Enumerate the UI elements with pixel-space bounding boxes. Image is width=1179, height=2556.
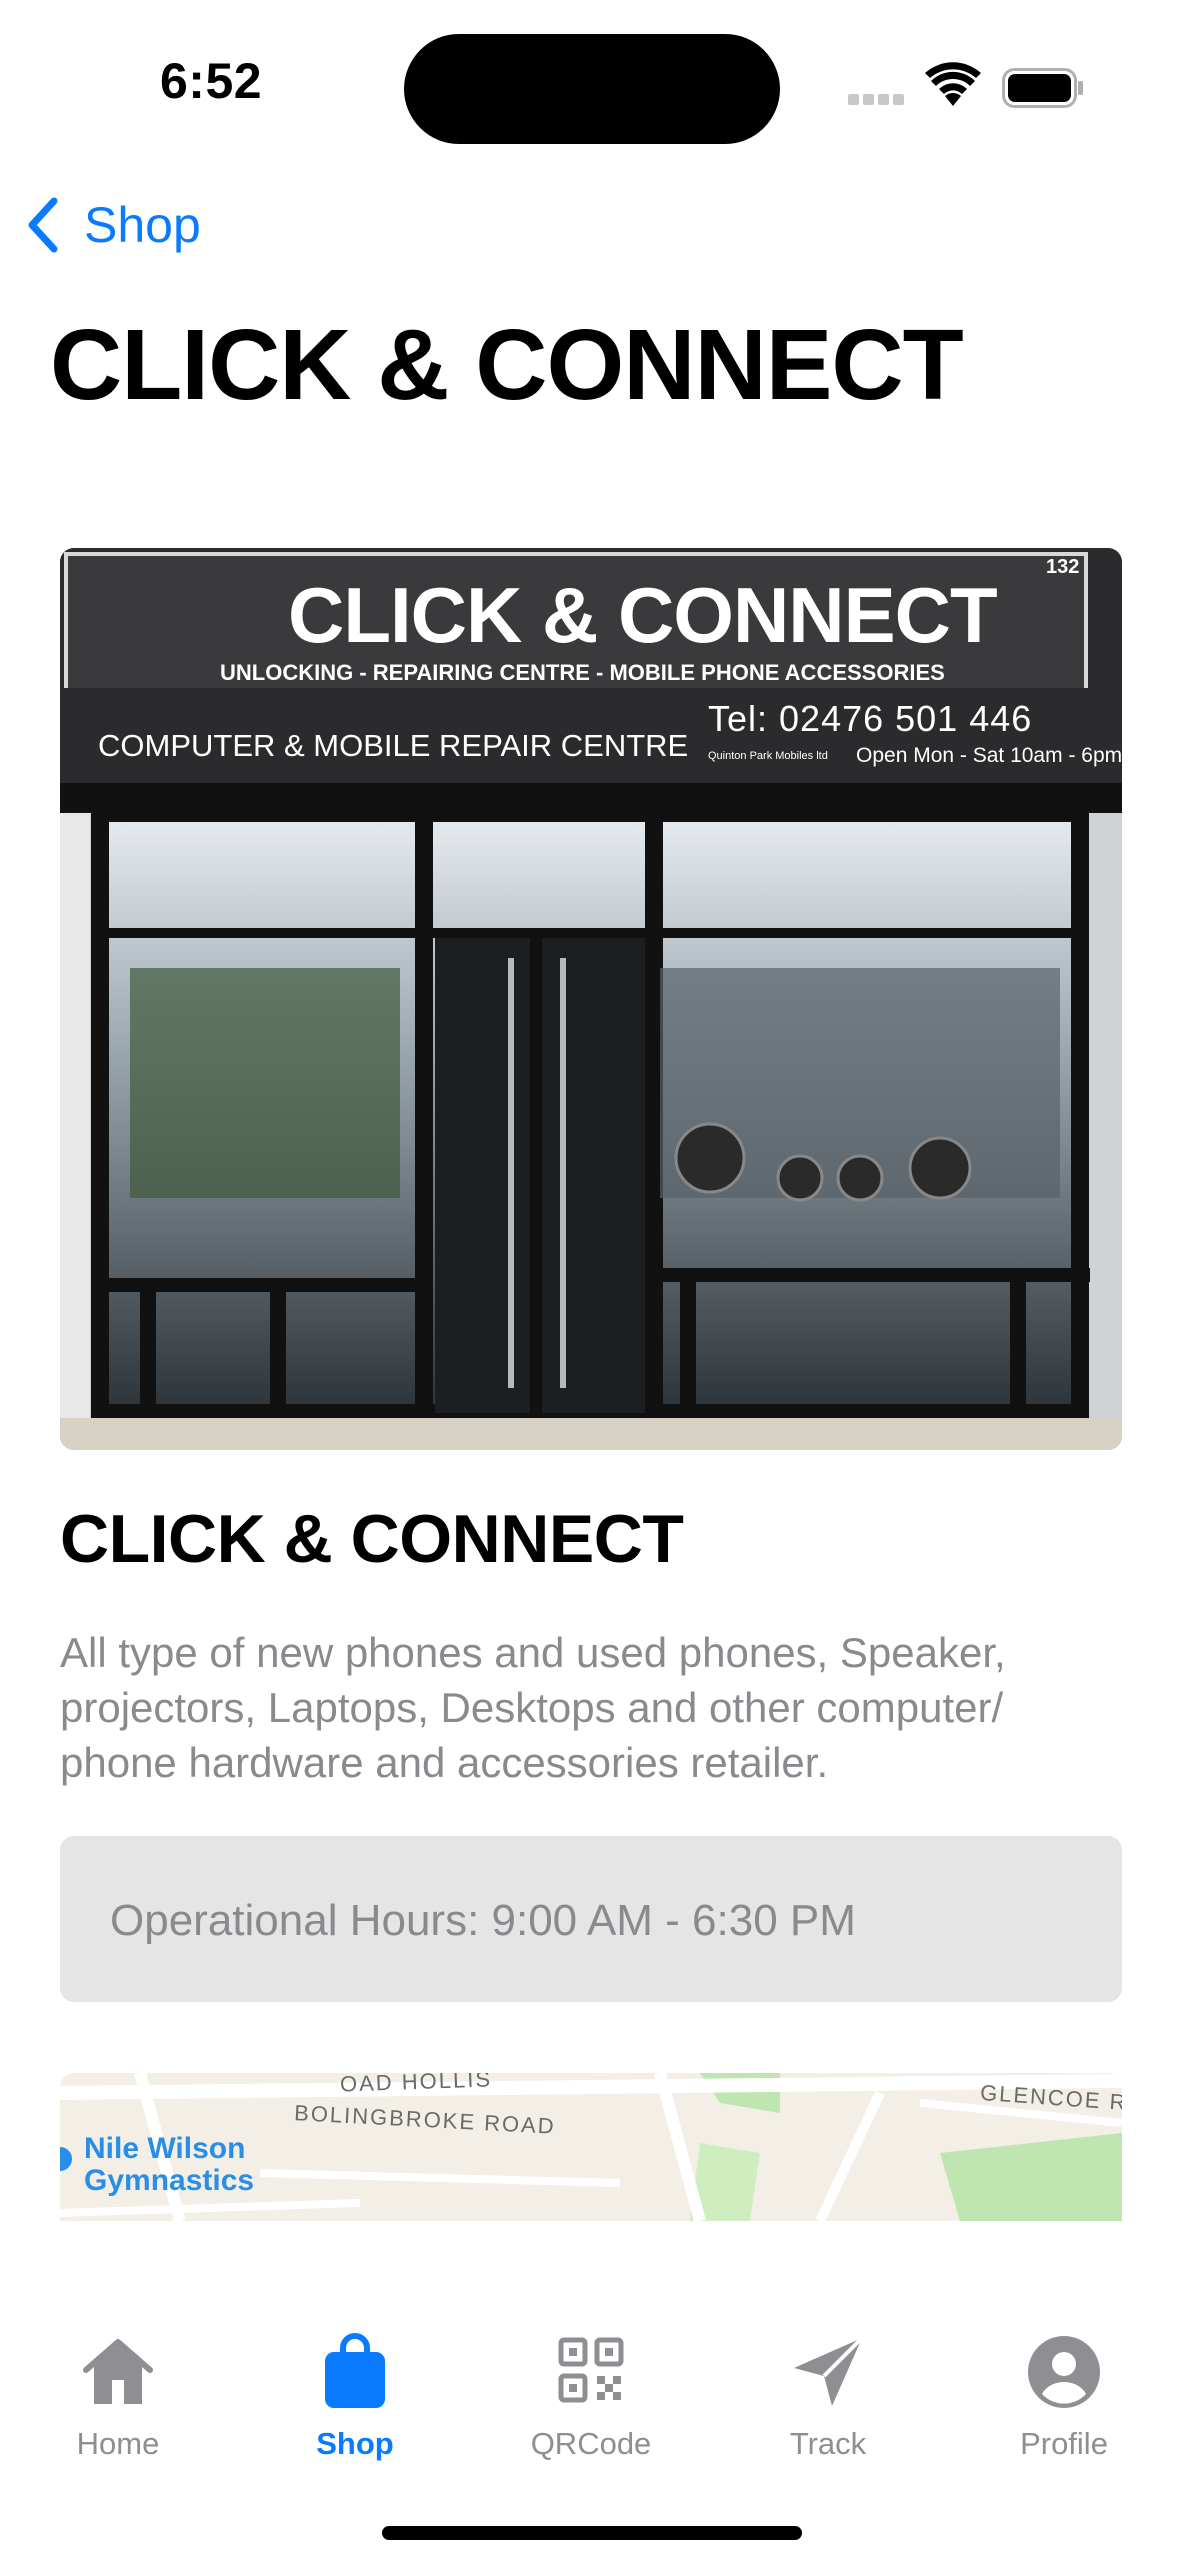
- shop-description: All type of new phones and used phones, …: [60, 1629, 1006, 1786]
- hours-card: Operational Hours: 9:00 AM - 6:30 PM: [60, 1836, 1122, 2002]
- battery-icon: [1002, 68, 1083, 108]
- chevron-left-icon: [28, 197, 58, 253]
- tab-qrcode[interactable]: QRCode: [491, 2332, 691, 2462]
- shopping-bag-icon: [325, 2333, 385, 2408]
- person-circle-icon: [1028, 2336, 1100, 2408]
- status-bar: 6:52: [0, 0, 1179, 150]
- shop-photo: CLICK & CONNECT UNLOCKING - REPAIRING CE…: [60, 548, 1122, 1450]
- house-icon: [83, 2339, 153, 2404]
- operational-hours: Operational Hours: 9:00 AM - 6:30 PM: [110, 1896, 856, 1945]
- page-title: CLICK & CONNECT: [50, 309, 964, 421]
- back-label: Shop: [84, 197, 201, 253]
- tab-label: Track: [789, 2426, 867, 2461]
- sign-number: 132: [1046, 556, 1080, 578]
- map-view[interactable]: OAD HOLLIS BOLINGBROKE ROAD GLENCOE R Ni…: [60, 2073, 1122, 2221]
- sign-hours: Open Mon - Sat 10am - 6pm: [856, 744, 1122, 767]
- tab-label: Shop: [316, 2426, 394, 2461]
- tab-label: Profile: [1020, 2426, 1108, 2461]
- qrcode-icon: [558, 2337, 624, 2403]
- tab-profile[interactable]: Profile: [964, 2332, 1164, 2462]
- tab-label: QRCode: [530, 2426, 652, 2461]
- home-indicator[interactable]: [382, 2526, 802, 2540]
- wifi-icon: [925, 62, 981, 106]
- paper-plane-icon: [794, 2336, 864, 2406]
- sign-subtitle: COMPUTER & MOBILE REPAIR CENTRE: [98, 728, 689, 763]
- tab-label: Home: [76, 2426, 160, 2461]
- sign-phone: Tel: 02476 501 446: [708, 698, 1033, 739]
- tab-home[interactable]: Home: [18, 2332, 218, 2462]
- sign-tagline: UNLOCKING - REPAIRING CENTRE - MOBILE PH…: [220, 660, 945, 685]
- map-poi-line: Nile Wilson: [84, 2132, 246, 2165]
- dynamic-island: [404, 34, 780, 144]
- sign-small-print: Quinton Park Mobiles ltd: [708, 750, 828, 762]
- tab-shop[interactable]: Shop: [255, 2332, 455, 2462]
- tab-bar: Home Shop QRCode Track Profile: [0, 2300, 1179, 2556]
- shop-name: CLICK & CONNECT: [60, 1501, 684, 1577]
- map-poi-label[interactable]: Nile Wilson Gymnastics: [84, 2133, 254, 2197]
- sign-name: CLICK & CONNECT: [288, 571, 998, 659]
- status-time: 6:52: [160, 53, 263, 109]
- back-button[interactable]: Shop: [22, 190, 201, 260]
- cellular-signal-icon: [848, 92, 908, 106]
- map-poi-line: Gymnastics: [84, 2164, 255, 2197]
- tab-track[interactable]: Track: [728, 2332, 928, 2462]
